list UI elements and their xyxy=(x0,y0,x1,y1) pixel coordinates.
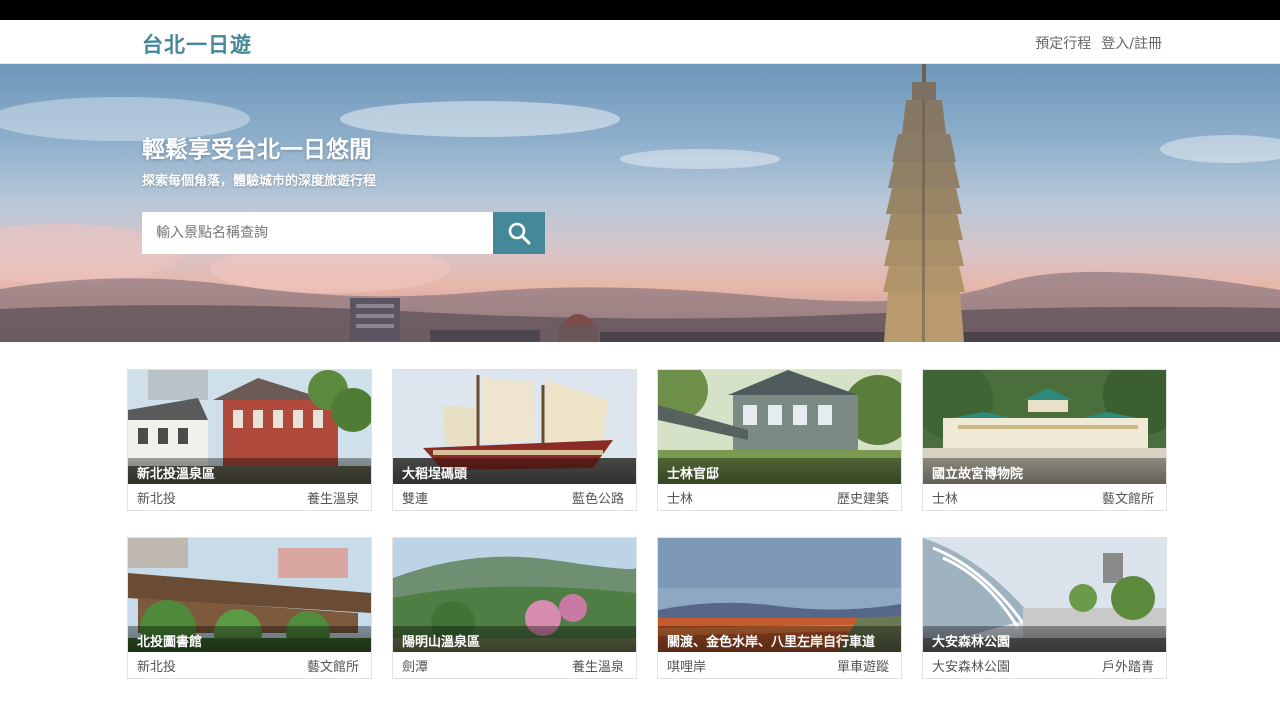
attraction-card[interactable]: 北投圖書館 新北投 藝文館所 xyxy=(127,537,372,679)
taipei-101-tower xyxy=(883,64,965,342)
attraction-card[interactable]: 關渡、金色水岸、八里左岸自行車道 唭哩岸 單車遊蹤 xyxy=(657,537,902,679)
nav-links: 預定行程 登入/註冊 xyxy=(1035,33,1162,53)
attraction-area: 士林 xyxy=(667,492,694,507)
attraction-photo: 士林官邸 xyxy=(658,370,901,484)
hero-title: 輕鬆享受台北一日悠閒 xyxy=(142,137,372,163)
attraction-name: 士林官邸 xyxy=(658,458,901,484)
attraction-card[interactable]: 陽明山溫泉區 劍潭 養生溫泉 xyxy=(392,537,637,679)
attraction-card[interactable]: 新北投溫泉區 新北投 養生溫泉 xyxy=(127,369,372,511)
attraction-area: 劍潭 xyxy=(402,660,429,675)
attraction-card[interactable]: 國立故宮博物院 士林 藝文館所 xyxy=(922,369,1167,511)
attraction-meta: 唭哩岸 單車遊蹤 xyxy=(658,652,901,679)
attraction-name: 大稻埕碼頭 xyxy=(393,458,636,484)
search-button[interactable] xyxy=(493,212,545,254)
attraction-area: 新北投 xyxy=(137,492,177,507)
attraction-category: 歷史建築 xyxy=(836,492,889,507)
attraction-card[interactable]: 士林官邸 士林 歷史建築 xyxy=(657,369,902,511)
hero-skyline-image xyxy=(0,64,1280,342)
attraction-photo: 北投圖書館 xyxy=(128,538,371,652)
search-input[interactable] xyxy=(142,212,493,254)
attraction-area: 士林 xyxy=(932,492,959,507)
attraction-area: 唭哩岸 xyxy=(667,660,707,675)
attraction-meta: 新北投 藝文館所 xyxy=(128,652,371,679)
attraction-meta: 劍潭 養生溫泉 xyxy=(393,652,636,679)
attraction-photo: 大安森林公園 xyxy=(923,538,1166,652)
attraction-card[interactable]: 大安森林公園 大安森林公園 戶外踏青 xyxy=(922,537,1167,679)
attraction-meta: 士林 歷史建築 xyxy=(658,484,901,511)
attraction-name: 新北投溫泉區 xyxy=(128,458,371,484)
attraction-meta: 新北投 養生溫泉 xyxy=(128,484,371,511)
attraction-name: 陽明山溫泉區 xyxy=(393,626,636,652)
search-icon xyxy=(508,222,531,245)
attraction-category: 單車遊蹤 xyxy=(836,660,889,675)
top-black-strip xyxy=(0,0,1280,20)
navbar: 台北一日遊 預定行程 登入/註冊 xyxy=(0,20,1280,64)
attraction-photo: 新北投溫泉區 xyxy=(128,370,371,484)
attraction-name: 大安森林公園 xyxy=(923,626,1166,652)
attraction-category: 藝文館所 xyxy=(1101,492,1154,507)
attraction-meta: 大安森林公園 戶外踏青 xyxy=(923,652,1166,679)
hero-banner: 輕鬆享受台北一日悠閒 探索每個角落，體驗城市的深度旅遊行程 xyxy=(0,64,1280,342)
attraction-photo: 關渡、金色水岸、八里左岸自行車道 xyxy=(658,538,901,652)
attraction-photo: 大稻埕碼頭 xyxy=(393,370,636,484)
attraction-category: 戶外踏青 xyxy=(1101,660,1154,675)
attraction-photo: 陽明山溫泉區 xyxy=(393,538,636,652)
attraction-category: 養生溫泉 xyxy=(571,660,624,675)
attraction-name: 關渡、金色水岸、八里左岸自行車道 xyxy=(658,626,901,652)
attraction-category: 藍色公路 xyxy=(571,492,624,507)
nav-booking-link[interactable]: 預定行程 xyxy=(1035,33,1091,53)
attraction-area: 雙連 xyxy=(402,492,429,507)
attraction-card[interactable]: 大稻埕碼頭 雙連 藍色公路 xyxy=(392,369,637,511)
site-logo[interactable]: 台北一日遊 xyxy=(142,29,252,59)
attraction-category: 養生溫泉 xyxy=(306,492,359,507)
nav-login-link[interactable]: 登入/註冊 xyxy=(1101,33,1162,53)
attraction-category: 藝文館所 xyxy=(306,660,359,675)
hero-subtitle: 探索每個角落，體驗城市的深度旅遊行程 xyxy=(142,174,377,189)
attraction-name: 北投圖書館 xyxy=(128,626,371,652)
attraction-meta: 士林 藝文館所 xyxy=(923,484,1166,511)
attraction-name: 國立故宮博物院 xyxy=(923,458,1166,484)
attraction-photo: 國立故宮博物院 xyxy=(923,370,1166,484)
attraction-meta: 雙連 藍色公路 xyxy=(393,484,636,511)
attraction-area: 大安森林公園 xyxy=(932,660,1011,675)
attraction-area: 新北投 xyxy=(137,660,177,675)
